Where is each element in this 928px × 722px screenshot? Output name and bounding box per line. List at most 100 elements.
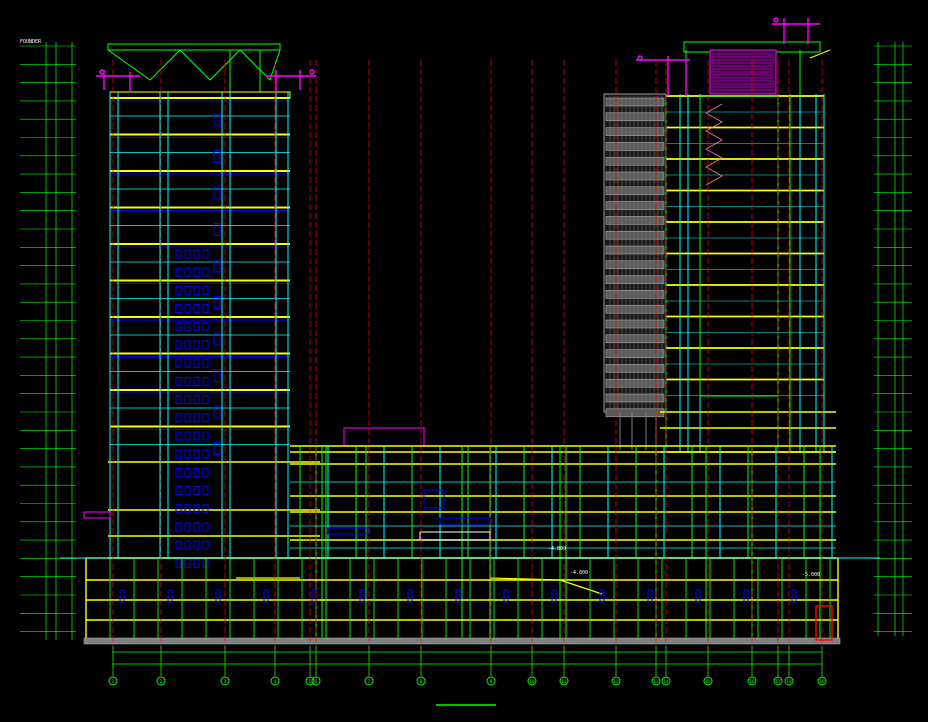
window-opening (202, 431, 209, 441)
window-opening (193, 376, 200, 386)
window-opening (175, 449, 182, 459)
window-opening (193, 249, 200, 259)
axis-label: 11 (561, 679, 567, 685)
window-opening (202, 340, 209, 350)
window-opening (202, 285, 209, 295)
right-tower-floors (660, 95, 836, 453)
right-crane-1 (636, 55, 690, 96)
window-opening (193, 540, 200, 550)
facade-band (605, 349, 665, 358)
window-opening (193, 395, 200, 405)
atrium-void (699, 95, 779, 397)
window-opening (193, 522, 200, 532)
axis-label: 2 (160, 679, 163, 685)
window-opening (202, 540, 209, 550)
window-opening (184, 449, 191, 459)
window-opening (202, 467, 209, 477)
window-opening (184, 285, 191, 295)
window-opening (193, 322, 200, 332)
facade-band (605, 171, 665, 181)
left-roof-truss (107, 43, 281, 92)
window-opening (202, 358, 209, 368)
axis-label: 19 (819, 679, 825, 685)
podium-floors (290, 445, 836, 559)
facade-band (605, 230, 665, 240)
rooftop-structure (343, 427, 425, 447)
window-opening (193, 431, 200, 441)
window-opening (202, 322, 209, 332)
window-opening (202, 522, 209, 532)
entrance-canopy (83, 511, 111, 519)
axis-label: 9 (490, 679, 493, 685)
window-opening (202, 249, 209, 259)
axis-label: 6 (315, 679, 318, 685)
facade-band (605, 319, 665, 329)
axis-label: 8 (420, 679, 423, 685)
axis-label: 13 (653, 679, 659, 685)
window-opening (175, 249, 182, 259)
escalator-details (327, 489, 491, 541)
stair-section (705, 103, 723, 186)
window-opening (202, 395, 209, 405)
window-opening (175, 413, 182, 423)
window-opening (202, 304, 209, 314)
facade-band (605, 304, 665, 314)
window-opening (193, 304, 200, 314)
window-opening (202, 486, 209, 496)
level-tags: -4.800 -4.800 -5.000 (548, 546, 820, 578)
right-crane-2 (772, 17, 820, 44)
window-opening (184, 504, 191, 514)
left-elevation-dimensions (20, 42, 76, 640)
building-section-canvas: FOUNDER -4.800 -4.800 -5.000 1 2 3 4 5 6… (20, 17, 912, 706)
window-opening (175, 376, 182, 386)
window-opening (175, 558, 182, 568)
window-opening (175, 504, 182, 514)
window-opening (175, 395, 182, 405)
window-opening (184, 376, 191, 386)
window-opening (184, 267, 191, 277)
window-opening (184, 558, 191, 568)
axis-label: 7 (368, 679, 371, 685)
window-opening (175, 322, 182, 332)
window-opening (202, 376, 209, 386)
facade-band (605, 334, 665, 344)
window-opening (184, 395, 191, 405)
window-opening (175, 285, 182, 295)
facade-band (605, 260, 665, 270)
window-opening (175, 358, 182, 368)
axis-label: 10 (529, 679, 535, 685)
facade-band (605, 216, 665, 225)
window-opening (184, 322, 191, 332)
facade-band (605, 156, 665, 166)
facade-band (605, 408, 665, 418)
facade-band (605, 393, 665, 403)
axis-label: 4 (274, 679, 277, 685)
window-opening (202, 449, 209, 459)
window-opening (184, 431, 191, 441)
window-opening (193, 358, 200, 368)
window-opening (193, 340, 200, 350)
axis-label: 5 (309, 679, 312, 685)
facade-band (605, 378, 665, 388)
window-opening (193, 486, 200, 496)
window-opening (184, 540, 191, 550)
left-tower-windows (175, 113, 221, 568)
axis-label: 18 (786, 679, 792, 685)
facade-band (605, 201, 665, 210)
window-opening (193, 267, 200, 277)
facade-band (605, 142, 665, 151)
facade-band (605, 245, 665, 255)
axis-label: 14 (663, 679, 669, 685)
window-opening (184, 358, 191, 368)
axis-label: 1 (112, 679, 115, 685)
axis-label: 15 (705, 679, 711, 685)
foundation-slab (83, 637, 841, 645)
window-opening (184, 249, 191, 259)
window-opening (193, 285, 200, 295)
window-opening (175, 467, 182, 477)
cad-section-drawing: FOUNDER -4.800 -4.800 -5.000 1 2 3 4 5 6… (0, 0, 928, 718)
axis-bubbles: 1 2 3 4 5 6 7 8 9 10 11 12 13 14 15 16 17 18 19 (108, 676, 827, 686)
level-tag-1: -4.800 (548, 546, 566, 552)
window-opening (193, 449, 200, 459)
window-opening (175, 431, 182, 441)
